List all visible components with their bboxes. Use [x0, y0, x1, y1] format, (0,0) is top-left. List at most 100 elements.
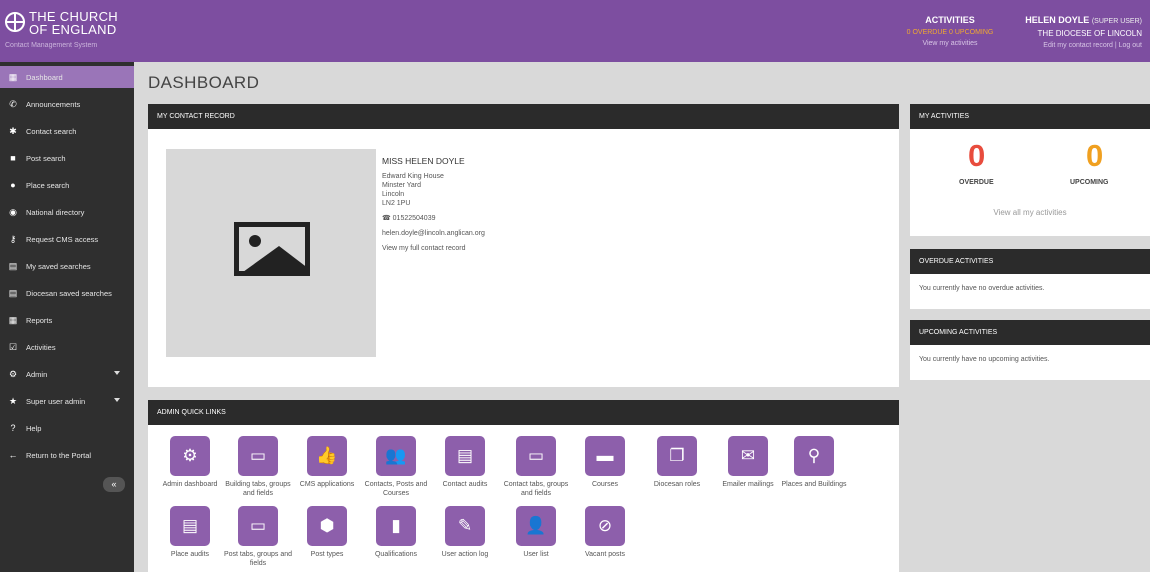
- sidebar-item-return-to-portal[interactable]: ← Return to the Portal: [0, 444, 134, 466]
- tags-icon: ⬢: [307, 506, 347, 546]
- sidebar-item-reports[interactable]: ▦ Reports: [0, 309, 134, 331]
- contact-name: MISS HELEN DOYLE: [382, 156, 465, 166]
- tile-user-action-log[interactable]: ✎ User action log: [430, 506, 500, 559]
- envelope-icon: ✉: [728, 436, 768, 476]
- collapse-sidebar-button[interactable]: «: [103, 477, 125, 492]
- tile-user-list[interactable]: 👤 User list: [501, 506, 571, 559]
- sidebar-item-super-user-admin[interactable]: ★ Super user admin: [0, 390, 134, 412]
- tile-cms-applications[interactable]: 👍 CMS applications: [292, 436, 362, 489]
- saved-search-icon: ▤: [8, 260, 18, 271]
- tile-label: Qualifications: [374, 551, 418, 558]
- my-activities-panel: MY ACTIVITIES 0 OVERDUE 0 UPCOMING View …: [910, 104, 1150, 236]
- mountain-shape: [243, 246, 305, 271]
- tile-label: Admin dashboard: [162, 481, 218, 488]
- logo-line-2: OF ENGLAND: [29, 22, 117, 37]
- admin-quick-links-panel: ADMIN QUICK LINKS ⚙ Admin dashboard ▭ Buil…: [148, 400, 899, 572]
- bookmark-icon: ▮: [376, 506, 416, 546]
- sidebar-item-activities[interactable]: ☑ Activities: [0, 336, 134, 358]
- view-all-activities-link[interactable]: View all my activities: [910, 208, 1150, 217]
- view-full-contact-record-link[interactable]: View my full contact record: [382, 245, 485, 252]
- overdue-count[interactable]: 0: [968, 138, 985, 174]
- tile-label: Vacant posts: [585, 551, 625, 558]
- user-account-links[interactable]: Edit my contact record | Log out: [1025, 42, 1142, 49]
- star-icon: ★: [8, 395, 18, 406]
- map-marker-icon: ⚲: [794, 436, 834, 476]
- user-name: HELEN DOYLE (SUPER USER): [1025, 15, 1142, 25]
- tile-label: User list: [523, 551, 549, 558]
- tile-label: Place audits: [170, 551, 210, 558]
- tile-label: Building tabs, groups and fields: [225, 481, 291, 497]
- key-icon: ⚷: [9, 233, 17, 244]
- image-placeholder-icon: [234, 222, 310, 276]
- tile-label: Contact tabs, groups and fields: [503, 481, 569, 497]
- document-icon: ▤: [170, 506, 210, 546]
- sidebar-item-label: Request CMS access: [26, 234, 99, 244]
- tile-label: Post tabs, groups and fields: [223, 551, 293, 567]
- sidebar-item-request-cms-access[interactable]: ⚷ Request CMS access: [0, 228, 134, 250]
- overdue-empty-message: You currently have no overdue activities…: [919, 285, 1045, 292]
- sidebar-item-national-directory[interactable]: ◉ National directory: [0, 201, 134, 223]
- people-icon: ✱: [9, 125, 17, 136]
- sidebar-item-label: National directory: [26, 207, 85, 217]
- document-icon: ▤: [445, 436, 485, 476]
- tile-contact-tabs[interactable]: ▭ Contact tabs, groups and fields: [501, 436, 571, 498]
- tile-label: Emailer mailings: [722, 481, 774, 488]
- upcoming-empty-message: You currently have no upcoming activitie…: [919, 356, 1050, 363]
- folder-icon: ▭: [516, 436, 556, 476]
- tile-qualifications[interactable]: ▮ Qualifications: [361, 506, 431, 559]
- sidebar-item-help[interactable]: ? Help: [0, 417, 134, 439]
- megaphone-icon: ✆: [9, 98, 17, 109]
- sidebar-item-dashboard[interactable]: ▦ Dashboard: [0, 66, 134, 88]
- sidebar-item-announcements[interactable]: ✆ Announcements: [0, 93, 134, 115]
- my-contact-record-panel: MY CONTACT RECORD MISS HELEN DOYLE Edwar…: [148, 104, 899, 387]
- tile-admin-dashboard[interactable]: ⚙ Admin dashboard: [155, 436, 225, 489]
- checkbox-icon: ☑: [8, 341, 18, 352]
- tile-building-tabs[interactable]: ▭ Building tabs, groups and fields: [223, 436, 293, 498]
- sidebar-item-post-search[interactable]: ■ Post search: [0, 147, 134, 169]
- sidebar-item-diocesan-saved-searches[interactable]: ▤ Diocesan saved searches: [0, 282, 134, 304]
- document-list-icon: ▤: [8, 287, 18, 298]
- copy-icon: ❐: [657, 436, 697, 476]
- view-my-activities-link[interactable]: View my activities: [895, 40, 1005, 47]
- panel-title: MY ACTIVITIES: [910, 104, 1150, 129]
- overdue-activities-panel: OVERDUE ACTIVITIES You currently have no…: [910, 249, 1150, 309]
- header-activity-counts[interactable]: 0 OVERDUE 0 UPCOMING: [895, 29, 1005, 36]
- church-logo[interactable]: THE CHURCH OF ENGLAND Contact Management…: [5, 10, 135, 56]
- tile-place-audits[interactable]: ▤ Place audits: [155, 506, 225, 559]
- sidebar-item-label: Admin: [26, 369, 48, 379]
- sidebar-item-label: Contact search: [26, 126, 77, 136]
- users-icon: 👥: [376, 436, 416, 476]
- sidebar-item-label: Activities: [26, 342, 56, 352]
- panel-title: ADMIN QUICK LINKS: [148, 400, 899, 425]
- sidebar: ▦ Dashboard ✆ Announcements ✱ Contact searc…: [0, 62, 134, 572]
- tile-post-tabs[interactable]: ▭ Post tabs, groups and fields: [223, 506, 293, 568]
- tile-label: CMS applications: [299, 481, 355, 488]
- address-line: Edward King House: [382, 173, 444, 180]
- sidebar-item-label: Announcements: [26, 99, 81, 109]
- report-icon: ▦: [8, 314, 18, 325]
- tile-label: Diocesan roles: [653, 481, 701, 488]
- sidebar-item-label: Help: [26, 423, 42, 433]
- tile-post-types[interactable]: ⬢ Post types: [292, 506, 362, 559]
- tile-contacts-posts-courses[interactable]: 👥 Contacts, Posts and Courses: [361, 436, 431, 498]
- folder-icon: ▭: [238, 506, 278, 546]
- tile-vacant-posts[interactable]: ⊘ Vacant posts: [570, 506, 640, 559]
- tile-diocesan-roles[interactable]: ❐ Diocesan roles: [642, 436, 712, 489]
- sidebar-item-admin[interactable]: ⚙ Admin: [0, 363, 134, 385]
- tile-contact-audits[interactable]: ▤ Contact audits: [430, 436, 500, 489]
- sidebar-item-my-saved-searches[interactable]: ▤ My saved searches: [0, 255, 134, 277]
- upcoming-count[interactable]: 0: [1086, 138, 1103, 174]
- thumbs-up-icon: 👍: [307, 436, 347, 476]
- sidebar-item-label: Dashboard: [26, 72, 63, 82]
- tile-places-and-buildings[interactable]: ⚲ Places and Buildings: [779, 436, 849, 489]
- contact-email[interactable]: helen.doyle@lincoln.anglican.org: [382, 230, 485, 237]
- tile-courses[interactable]: ▬ Courses: [570, 436, 640, 489]
- user-name-text: HELEN DOYLE: [1025, 15, 1090, 25]
- sidebar-item-contact-search[interactable]: ✱ Contact search: [0, 120, 134, 142]
- sidebar-item-place-search[interactable]: ● Place search: [0, 174, 134, 196]
- tile-emailer-mailings[interactable]: ✉ Emailer mailings: [713, 436, 783, 489]
- tile-label: User action log: [441, 551, 489, 558]
- sidebar-item-label: Place search: [26, 180, 70, 190]
- sidebar-item-label: My saved searches: [26, 261, 91, 271]
- panel-title: OVERDUE ACTIVITIES: [910, 249, 1150, 274]
